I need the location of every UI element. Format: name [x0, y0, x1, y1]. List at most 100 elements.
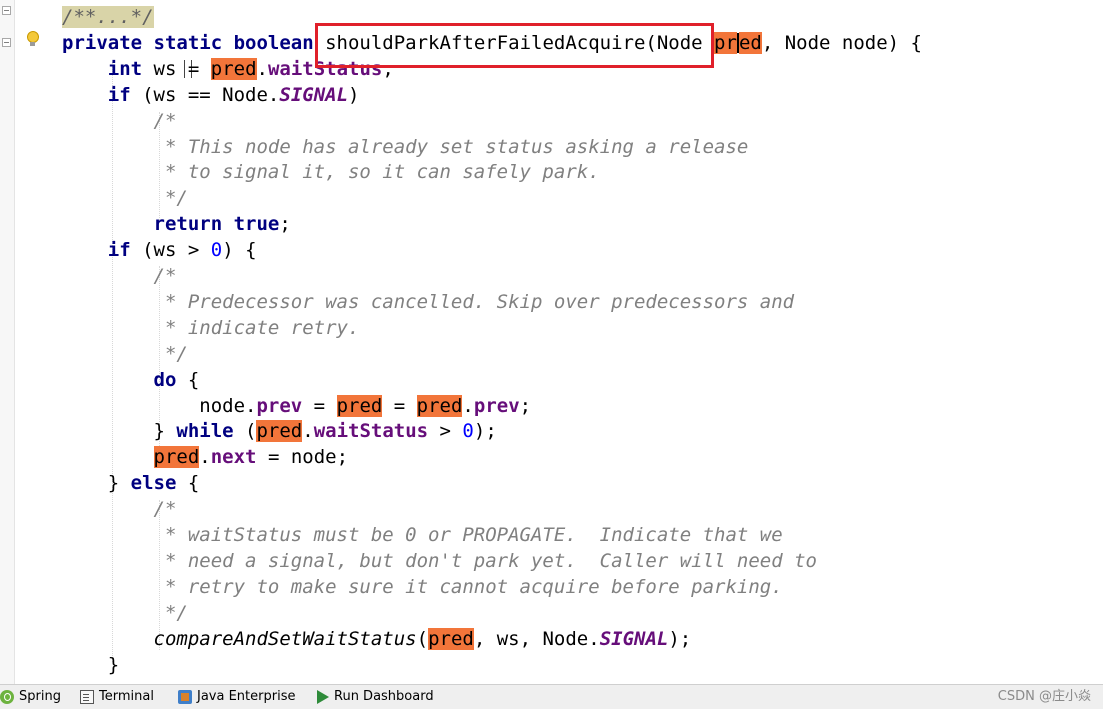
- tool-label: Terminal: [99, 689, 154, 704]
- code-token: int: [107, 57, 143, 80]
- editor-gutter[interactable]: [0, 0, 15, 684]
- code-token: /*: [62, 498, 177, 521]
- code-token: }: [62, 420, 177, 443]
- code-token: {: [176, 472, 200, 495]
- code-line[interactable]: do {: [62, 368, 200, 392]
- code-line[interactable]: * need a signal, but don't park yet. Cal…: [62, 549, 817, 573]
- code-token: ed: [738, 31, 762, 54]
- code-token: (: [416, 627, 429, 650]
- code-token: , ws, Node.: [473, 627, 600, 650]
- code-line[interactable]: * to signal it, so it can safely park.: [62, 160, 600, 184]
- code-line[interactable]: }: [62, 653, 119, 677]
- code-line[interactable]: /*: [62, 264, 177, 288]
- annotation-highlight-box: [315, 23, 714, 68]
- tool-java-enterprise[interactable]: Java Enterprise: [178, 685, 295, 709]
- code-token: ;: [519, 394, 532, 417]
- code-line[interactable]: pred.next = node;: [62, 445, 348, 469]
- code-line[interactable]: * waitStatus must be 0 or PROPAGATE. Ind…: [62, 523, 783, 547]
- code-line[interactable]: * indicate retry.: [62, 316, 359, 340]
- code-token: pred: [256, 420, 303, 443]
- code-token: * indicate retry.: [62, 316, 360, 339]
- tool-spring[interactable]: Spring: [0, 685, 61, 709]
- code-token: =: [302, 394, 337, 417]
- code-line[interactable]: /*: [62, 497, 177, 521]
- code-line[interactable]: * Predecessor was cancelled. Skip over p…: [62, 290, 794, 314]
- code-token: pred: [153, 446, 200, 469]
- code-token: SIGNAL: [279, 83, 349, 106]
- code-token: 0: [462, 420, 474, 443]
- tool-terminal[interactable]: Terminal: [80, 685, 154, 709]
- code-token: /*: [62, 265, 177, 287]
- code-line[interactable]: * This node has already set status askin…: [62, 135, 748, 159]
- code-token: {: [176, 368, 200, 391]
- code-token: * need a signal, but don't park yet. Cal…: [62, 549, 817, 572]
- code-token: * waitStatus must be 0 or PROPAGATE. Ind…: [62, 524, 783, 546]
- code-token: * This node has already set status askin…: [62, 135, 749, 158]
- code-token: prev: [256, 394, 303, 417]
- code-token: ): [348, 83, 360, 106]
- code-token: pred: [416, 394, 463, 417]
- code-line[interactable]: */: [62, 186, 188, 210]
- code-token: pred: [336, 394, 383, 417]
- terminal-icon: [80, 690, 94, 704]
- spring-icon: [0, 690, 14, 704]
- intention-bulb-icon[interactable]: [24, 29, 40, 49]
- code-token: */: [62, 601, 188, 624]
- tool-run-dashboard[interactable]: Run Dashboard: [317, 685, 434, 709]
- code-token: */: [62, 342, 188, 365]
- code-token: prev: [473, 394, 520, 417]
- code-line[interactable]: */: [62, 601, 188, 625]
- code-token: if: [107, 239, 131, 262]
- code-token: else: [130, 472, 177, 495]
- tool-label: Java Enterprise: [197, 689, 296, 704]
- code-line[interactable]: } else {: [62, 471, 200, 495]
- code-token: 0: [210, 239, 223, 262]
- code-token: do: [153, 368, 177, 391]
- code-token: pr: [714, 31, 737, 54]
- code-token: =: [187, 57, 211, 80]
- code-token: (ws == Node.: [130, 83, 280, 106]
- code-token: /**...*/: [62, 6, 154, 28]
- code-token: node.: [62, 394, 257, 417]
- code-editor[interactable]: /**...*/private static boolean shouldPar…: [0, 0, 1103, 684]
- code-token: return true: [153, 213, 280, 236]
- code-token: private static boolean: [62, 31, 314, 54]
- code-token: .: [462, 394, 474, 417]
- code-token: compareAndSetWaitStatus: [153, 627, 417, 650]
- code-line[interactable]: */: [62, 342, 188, 366]
- code-line[interactable]: if (ws == Node.SIGNAL): [62, 83, 360, 107]
- fold-marker-icon[interactable]: [2, 38, 11, 47]
- code-token: * Predecessor was cancelled. Skip over p…: [62, 290, 795, 313]
- code-line[interactable]: /*: [62, 109, 177, 133]
- code-token: (: [233, 420, 257, 443]
- code-token: }: [62, 653, 120, 676]
- java-enterprise-icon: [178, 690, 192, 704]
- code-token: if: [107, 83, 131, 106]
- code-token: SIGNAL: [599, 627, 669, 650]
- fold-marker-icon[interactable]: [2, 6, 11, 15]
- code-token: */: [62, 187, 188, 210]
- code-line[interactable]: } while (pred.waitStatus > 0);: [62, 419, 497, 443]
- tool-label: Spring: [19, 689, 61, 704]
- code-line[interactable]: node.prev = pred = pred.prev;: [62, 394, 531, 418]
- code-line[interactable]: compareAndSetWaitStatus(pred, ws, Node.S…: [62, 627, 691, 651]
- code-token: >: [428, 420, 463, 443]
- tool-window-bar: Spring Terminal Java Enterprise Run Dash…: [0, 684, 1103, 709]
- code-token: );: [473, 420, 497, 443]
- code-line[interactable]: if (ws > 0) {: [62, 238, 257, 262]
- code-line[interactable]: /**...*/: [62, 5, 154, 29]
- code-token: while: [176, 420, 234, 443]
- tool-label: Run Dashboard: [334, 689, 434, 704]
- code-token: waitStatus: [313, 420, 429, 443]
- code-token: * retry to make sure it cannot acquire b…: [62, 575, 783, 598]
- code-line[interactable]: return true;: [62, 212, 291, 236]
- code-token: ) {: [222, 239, 257, 262]
- code-token: * to signal it, so it can safely park.: [62, 161, 600, 184]
- code-token: pred: [210, 57, 257, 80]
- code-token: (ws >: [130, 239, 211, 262]
- code-token: }: [62, 472, 131, 495]
- code-line[interactable]: * retry to make sure it cannot acquire b…: [62, 575, 783, 599]
- code-token: ;: [279, 213, 291, 236]
